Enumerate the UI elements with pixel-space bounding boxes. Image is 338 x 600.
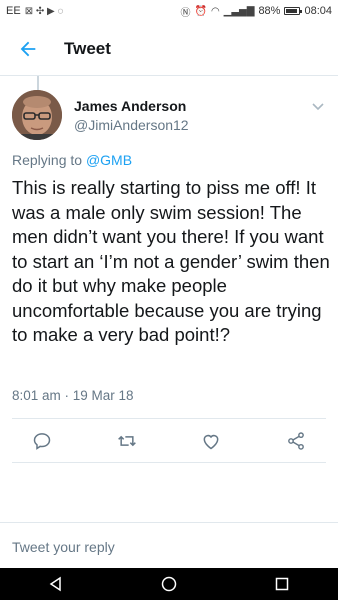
nav-back-button[interactable] <box>36 568 76 600</box>
avatar-image <box>12 90 62 140</box>
alarm-icon: ⏰ <box>194 5 207 17</box>
share-icon <box>288 432 304 450</box>
tweet-author-row[interactable]: James Anderson @JimiAnderson12 <box>0 88 338 148</box>
like-icon <box>203 434 219 450</box>
status-bar: EE ⊠ ✣ ▶ ◌ Ⓝ ⏰ ◠ ▁▃▅▇ 88% 08:04 <box>0 0 338 22</box>
divider <box>12 418 326 419</box>
tweet-text: This is really starting to piss me off! … <box>12 177 330 345</box>
status-left: EE ⊠ ✣ ▶ ◌ <box>6 5 63 17</box>
replying-prefix: Replying to <box>12 152 83 168</box>
replying-to: Replying to @GMB <box>12 152 132 168</box>
retweet-icon <box>118 435 136 447</box>
clock: 08:04 <box>304 5 332 17</box>
tweet-detail: James Anderson @JimiAnderson12 Replying … <box>0 88 338 403</box>
system-nav-bar <box>0 568 338 600</box>
nav-recents-icon <box>275 577 288 591</box>
back-button[interactable] <box>6 27 50 71</box>
carrier-label: EE <box>6 5 21 17</box>
back-arrow-icon <box>20 41 36 56</box>
nfc-icon: Ⓝ <box>180 7 191 19</box>
author-handle[interactable]: @JimiAnderson12 <box>74 117 189 133</box>
battery-icon <box>284 7 303 15</box>
tweet-actions <box>0 426 338 456</box>
nav-back-icon <box>49 576 62 592</box>
signal-icon: ▁▃▅▇ <box>223 5 255 17</box>
reply-icon <box>33 433 51 450</box>
reply-composer <box>0 522 338 568</box>
replying-mention-link[interactable]: @GMB <box>86 152 132 168</box>
nav-home-button[interactable] <box>149 568 189 600</box>
retweet-button[interactable] <box>112 426 142 456</box>
app-header: Tweet <box>0 22 338 76</box>
status-right: Ⓝ ⏰ ◠ ▁▃▅▇ 88% 08:04 <box>180 4 332 19</box>
tweet-timestamp[interactable]: 8:01 am · 19 Mar 18 <box>12 388 134 403</box>
tweet-menu-button[interactable] <box>310 98 326 114</box>
reply-button[interactable] <box>27 426 57 456</box>
author-names[interactable]: James Anderson @JimiAnderson12 <box>74 98 189 133</box>
battery-fill <box>286 9 298 13</box>
avatar[interactable] <box>12 90 62 140</box>
reply-input[interactable] <box>12 535 326 559</box>
share-button[interactable] <box>281 426 311 456</box>
notification-icons: ⊠ ✣ ▶ ◌ <box>24 5 64 17</box>
author-name[interactable]: James Anderson <box>74 98 189 114</box>
battery-percent: 88% <box>258 5 281 17</box>
divider <box>12 462 326 463</box>
wifi-icon: ◠ <box>210 5 220 17</box>
chevron-down-icon <box>312 103 324 111</box>
nav-home-icon <box>161 576 177 592</box>
nav-recents-button[interactable] <box>262 568 302 600</box>
like-button[interactable] <box>196 426 226 456</box>
page-title: Tweet <box>64 38 111 58</box>
